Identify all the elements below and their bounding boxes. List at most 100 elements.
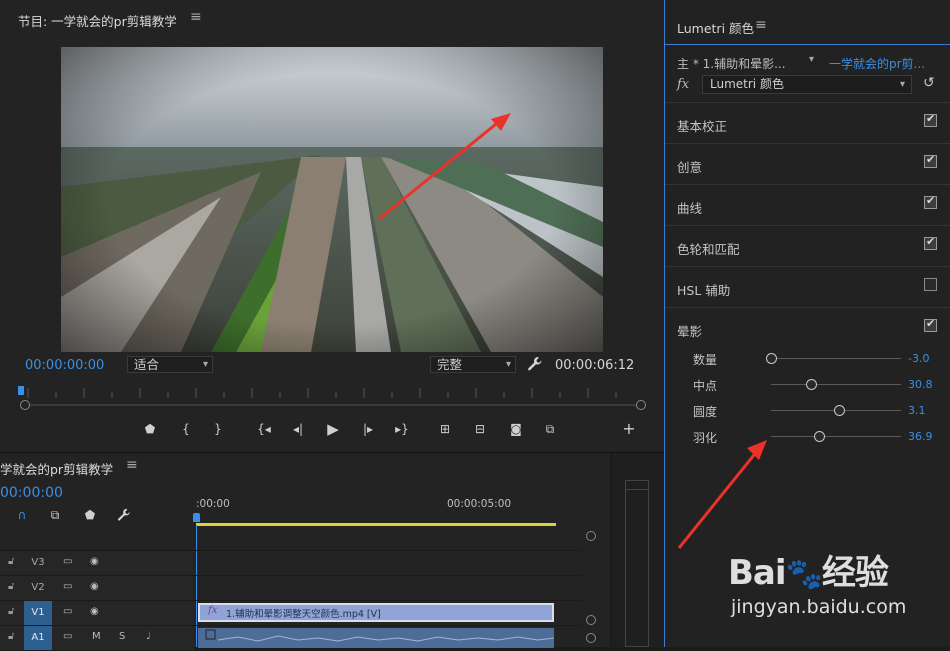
chevron-down-icon: ▾ [505, 359, 511, 370]
section-checkbox[interactable] [924, 112, 937, 127]
track-name[interactable]: V1 [24, 601, 52, 625]
section-curves[interactable]: 曲线 [665, 184, 950, 224]
sync-lock-icon[interactable]: ▭ [63, 606, 72, 617]
param-value[interactable]: 30.8 [908, 378, 933, 391]
vignette-midpoint[interactable]: 中点 30.8 [665, 375, 950, 395]
vignette-amount[interactable]: 数量 -3.0 [665, 349, 950, 369]
go-to-in-icon[interactable]: {◂ [256, 421, 272, 437]
chevron-down-icon: ▾ [202, 359, 208, 370]
slider-track[interactable] [771, 384, 901, 385]
hamburger-icon[interactable]: ≡ [126, 457, 138, 473]
export-frame-icon[interactable]: ◙ [508, 421, 524, 437]
overwrite-icon[interactable]: ⊟ [472, 421, 488, 437]
section-checkbox[interactable] [924, 235, 937, 250]
add-icon[interactable]: + [621, 421, 637, 437]
track-a1[interactable]: 🔓︎ A1 ▭ M S ♩ [0, 625, 582, 650]
wrench-icon[interactable] [116, 508, 132, 524]
section-checkbox[interactable] [924, 194, 937, 209]
compare-icon[interactable]: ⧉ [542, 421, 558, 437]
master-clip-label[interactable]: 主 * 1.辅助和晕影... [677, 55, 807, 72]
scrubber-bar[interactable] [24, 404, 642, 406]
reset-icon[interactable]: ↺ [923, 75, 939, 91]
video-clip[interactable]: fx 1.辅助和晕影调整天空颜色.mp4 [V] [198, 603, 554, 622]
linked-selection-icon[interactable]: ⧉ [47, 508, 63, 524]
lock-icon[interactable]: 🔓︎ [8, 606, 14, 617]
insert-icon[interactable]: ⊞ [437, 421, 453, 437]
lock-icon[interactable]: 🔓︎ [8, 581, 14, 592]
sync-lock-icon[interactable]: ▭ [63, 556, 72, 567]
hamburger-icon[interactable]: ≡ [190, 9, 202, 25]
section-checkbox[interactable] [924, 317, 937, 332]
microphone-icon[interactable]: ♩ [146, 631, 151, 642]
mark-in-icon[interactable]: { [178, 421, 194, 437]
mute-button[interactable]: M [92, 631, 101, 642]
param-label: 圆度 [693, 405, 718, 419]
playhead-icon[interactable] [18, 386, 24, 395]
slider-track[interactable] [771, 358, 901, 359]
slider-knob[interactable] [766, 353, 777, 364]
work-area-bar[interactable] [196, 523, 556, 526]
track-header: 🔓︎ V3 ▭ ◉ [0, 551, 194, 575]
section-color-wheels[interactable]: 色轮和匹配 [665, 225, 950, 265]
eye-icon[interactable]: ◉ [90, 606, 99, 617]
eye-icon[interactable]: ◉ [90, 581, 99, 592]
section-creative[interactable]: 创意 [665, 143, 950, 183]
param-value[interactable]: 36.9 [908, 430, 933, 443]
mark-out-icon[interactable]: } [210, 421, 226, 437]
quality-dropdown[interactable]: 完整 ▾ [430, 356, 516, 373]
slider-knob[interactable] [814, 431, 826, 442]
ruler-label: 00:00:05:00 [447, 498, 512, 510]
sequence-clip-label[interactable]: 一学就会的pr剪... [829, 55, 939, 72]
slider-knob[interactable] [806, 379, 818, 390]
panel-title[interactable]: Lumetri 颜色 [677, 18, 754, 37]
program-monitor-panel: 节目: 一学就会的pr剪辑教学 ≡ 00:00:00:00 适合 ▾ 完整 ▾ … [0, 0, 664, 453]
timeline-timecode[interactable]: 00:00:00 [0, 485, 63, 501]
wrench-icon[interactable] [527, 356, 543, 372]
sync-lock-icon[interactable]: ▭ [63, 631, 72, 642]
vignette-roundness[interactable]: 圆度 3.1 [665, 401, 950, 421]
hamburger-icon[interactable]: ≡ [755, 17, 767, 33]
scroll-handle[interactable] [586, 615, 596, 625]
step-forward-icon[interactable]: |▸ [360, 421, 376, 437]
section-hsl-secondary[interactable]: HSL 辅助 [665, 266, 950, 306]
marker-icon[interactable]: ⬟ [142, 421, 158, 437]
section-vignette[interactable]: 晕影 [665, 307, 950, 341]
slider-track[interactable] [771, 436, 901, 437]
track-v2[interactable]: 🔓︎ V2 ▭ ◉ [0, 575, 582, 600]
audio-clip[interactable] [198, 628, 555, 648]
effect-dropdown[interactable]: Lumetri 颜色 ▾ [702, 75, 912, 94]
lock-icon[interactable]: 🔓︎ [8, 631, 14, 642]
timeline-scrollbar[interactable] [584, 523, 598, 647]
scroll-handle[interactable] [586, 633, 596, 643]
section-checkbox[interactable] [924, 278, 937, 291]
param-value[interactable]: 3.1 [908, 404, 926, 417]
current-timecode[interactable]: 00:00:00:00 [25, 358, 104, 373]
section-checkbox[interactable] [924, 153, 937, 168]
go-to-out-icon[interactable]: ▸} [394, 421, 410, 437]
solo-button[interactable]: S [119, 631, 125, 642]
snap-icon[interactable]: ∩ [14, 508, 30, 524]
sync-lock-icon[interactable]: ▭ [63, 581, 72, 592]
timeline-title[interactable]: 学就会的pr剪辑教学 [0, 459, 113, 478]
step-back-icon[interactable]: ◂| [290, 421, 306, 437]
program-title[interactable]: 节目: 一学就会的pr剪辑教学 [18, 11, 177, 30]
track-v3[interactable]: 🔓︎ V3 ▭ ◉ [0, 550, 582, 575]
param-value[interactable]: -3.0 [908, 352, 929, 365]
chevron-down-icon[interactable]: ▾ [809, 54, 814, 65]
add-marker-icon[interactable]: ⬟ [82, 508, 98, 524]
track-name[interactable]: V3 [24, 551, 52, 575]
track-v1[interactable]: 🔓︎ V1 ▭ ◉ fx 1.辅助和晕影调整天空颜色.mp4 [V] [0, 600, 582, 625]
section-basic-correction[interactable]: 基本校正 [665, 102, 950, 142]
track-name[interactable]: A1 [24, 626, 52, 650]
playhead-icon[interactable] [193, 513, 200, 522]
track-name[interactable]: V2 [24, 576, 52, 600]
lock-icon[interactable]: 🔓︎ [8, 556, 14, 567]
scrubber-left-handle[interactable] [20, 400, 30, 410]
zoom-dropdown[interactable]: 适合 ▾ [127, 356, 213, 373]
effect-name: Lumetri 颜色 [710, 77, 784, 91]
scrubber-right-handle[interactable] [636, 400, 646, 410]
play-icon[interactable]: ▶ [325, 421, 341, 437]
slider-knob[interactable] [833, 405, 845, 416]
scroll-handle[interactable] [586, 531, 596, 541]
eye-icon[interactable]: ◉ [90, 556, 99, 567]
